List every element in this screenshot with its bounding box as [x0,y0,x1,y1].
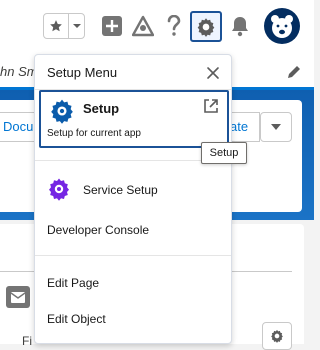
menu-item-description: Setup for current app [47,128,141,139]
setup-menu: Setup Menu Setup Setup for current app S… [34,54,232,344]
gear-icon [197,17,215,37]
plus-icon[interactable] [100,14,124,38]
menu-divider [35,255,231,256]
user-avatar[interactable] [264,8,300,44]
more-actions-button[interactable] [260,112,292,142]
card-settings-button[interactable] [262,322,292,350]
gear-icon [51,99,73,124]
nav-tab-label[interactable]: hn Sm [0,64,38,79]
gear-icon [49,178,69,201]
setup-gear-button[interactable] [190,11,222,42]
menu-item-edit-page[interactable]: Edit Page [47,276,99,290]
global-header [0,0,314,54]
trailhead-icon[interactable] [131,14,155,38]
menu-item-edit-object[interactable]: Edit Object [47,312,106,326]
chevron-down-icon[interactable] [69,14,84,38]
favorites-button-group [43,13,85,39]
menu-item-developer-console[interactable]: Developer Console [47,223,149,237]
external-link-icon[interactable] [203,98,219,114]
question-icon[interactable] [162,14,186,38]
bear-avatar-icon [271,15,293,38]
setup-menu-title: Setup Menu [47,65,118,80]
close-icon[interactable] [206,66,220,80]
menu-item-label: Setup [83,101,120,116]
chevron-down-icon [271,124,281,130]
pencil-icon[interactable] [286,64,302,85]
email-button[interactable] [6,286,30,308]
mail-icon [11,291,25,303]
setup-tooltip: Setup [201,142,247,164]
favorites-star-icon[interactable] [44,14,69,38]
bell-icon[interactable] [228,14,252,38]
menu-item-setup[interactable]: Setup Setup for current app [39,90,229,148]
gear-icon [271,329,283,343]
field-label: Fi [22,334,32,348]
menu-item-service-setup[interactable]: Service Setup [83,183,158,197]
